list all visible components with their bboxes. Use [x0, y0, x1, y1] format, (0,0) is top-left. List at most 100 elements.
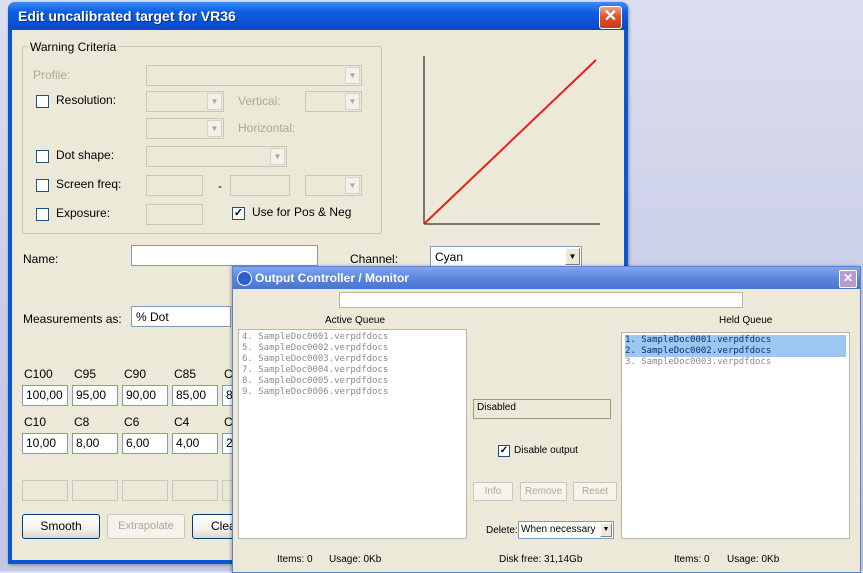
smooth-button[interactable]: Smooth [22, 514, 100, 539]
delete-policy-select[interactable]: When necessary ▼ [518, 521, 614, 539]
disable-output-checkbox[interactable]: ✓ [498, 445, 510, 457]
profile-select[interactable]: ▼ [146, 65, 362, 86]
screen-freq-label: Screen freq: [56, 177, 122, 191]
output-titlebar[interactable]: Output Controller / Monitor ✕ [233, 267, 860, 289]
dot-shape-checkbox[interactable] [36, 150, 49, 163]
path-input[interactable] [339, 292, 743, 308]
active-usage: Usage: 0Kb [329, 554, 382, 565]
remove-button[interactable]: Remove [520, 482, 567, 501]
chevron-down-icon: ▼ [345, 177, 360, 194]
disk-free: Disk free: 31,14Gb [499, 554, 583, 565]
screen-freq-checkbox[interactable] [36, 179, 49, 192]
measurement-input[interactable]: 85,00 [172, 385, 218, 406]
held-queue-label: Held Queue [719, 315, 773, 326]
resolution-vertical-select[interactable]: ▼ [146, 91, 224, 112]
status-field: Disabled [473, 399, 611, 419]
list-item[interactable]: 4. SampleDoc0001.verpdfdocs [242, 332, 463, 343]
profile-label: Profile: [33, 68, 71, 82]
measurement-input[interactable]: 10,00 [22, 433, 68, 454]
delete-label: Delete: [486, 525, 518, 536]
dot-shape-select[interactable]: ▼ [146, 146, 287, 167]
active-queue-list[interactable]: 4. SampleDoc0001.verpdfdocs 5. SampleDoc… [238, 329, 467, 539]
exposure-checkbox[interactable] [36, 208, 49, 221]
chevron-down-icon: ▼ [207, 93, 222, 110]
empty-input[interactable] [122, 480, 168, 501]
calibration-window-title: Edit uncalibrated target for VR36 [18, 8, 236, 24]
measurement-input[interactable]: 8,00 [72, 433, 118, 454]
col-header: C6 [124, 415, 140, 429]
resolution-checkbox[interactable] [36, 95, 49, 108]
channel-select[interactable]: Cyan ▼ [430, 246, 582, 267]
screen-freq-unit-select[interactable]: ▼ [305, 175, 362, 196]
col-header: C90 [124, 367, 147, 381]
delete-policy-value: When necessary [521, 524, 596, 535]
use-pos-neg-checkbox[interactable]: ✓ [232, 207, 245, 220]
list-item[interactable]: 8. SampleDoc0005.verpdfdocs [242, 376, 463, 387]
active-queue-label: Active Queue [325, 315, 386, 326]
disable-output-label: Disable output [514, 445, 578, 456]
close-icon[interactable]: ✕ [839, 270, 857, 288]
info-button[interactable]: Info [473, 482, 513, 501]
col-header: C4 [174, 415, 190, 429]
checkmark-icon: ✓ [233, 207, 244, 219]
calibration-curve-line [423, 59, 597, 225]
name-label: Name: [23, 252, 59, 266]
measurements-select[interactable]: % Dot [131, 306, 231, 327]
measurement-input[interactable]: 100,00 [22, 385, 68, 406]
screen-freq-max-input[interactable] [230, 175, 290, 196]
chevron-down-icon: ▼ [345, 67, 360, 84]
active-items-count: Items: 0 [277, 554, 313, 565]
calibration-titlebar[interactable]: Edit uncalibrated target for VR36 ✕ [8, 2, 628, 30]
screen-freq-separator: - [218, 179, 222, 193]
resolution-horizontal-select[interactable]: ▼ [146, 118, 224, 139]
list-item[interactable]: 5. SampleDoc0002.verpdfdocs [242, 343, 463, 354]
extrapolate-button[interactable]: Extrapolate [107, 514, 185, 539]
list-item[interactable]: 6. SampleDoc0003.verpdfdocs [242, 354, 463, 365]
empty-input[interactable] [72, 480, 118, 501]
empty-input[interactable] [172, 480, 218, 501]
channel-value: Cyan [435, 250, 464, 264]
held-queue-list[interactable]: 1. SampleDoc0001.verpdfdocs 2. SampleDoc… [621, 332, 850, 539]
chevron-down-icon: ▼ [565, 248, 580, 265]
measurement-input[interactable]: 4,00 [172, 433, 218, 454]
chevron-down-icon: ▼ [270, 148, 285, 165]
exposure-label: Exposure: [56, 206, 111, 220]
measurement-input[interactable]: 6,00 [122, 433, 168, 454]
vertical-unit-select[interactable]: ▼ [305, 91, 362, 112]
col-header: C85 [174, 367, 197, 381]
checkmark-icon: ✓ [499, 445, 509, 456]
list-item[interactable]: 3. SampleDoc0003.verpdfdocs [625, 357, 846, 368]
col-header: C8 [74, 415, 90, 429]
chevron-down-icon: ▼ [600, 523, 612, 537]
measurement-input[interactable]: 95,00 [72, 385, 118, 406]
list-item[interactable]: 2. SampleDoc0002.verpdfdocs [625, 346, 846, 357]
resolution-label: Resolution: [56, 93, 117, 107]
close-icon[interactable]: ✕ [599, 6, 622, 29]
exposure-input[interactable] [146, 204, 203, 225]
measurement-input[interactable]: 90,00 [122, 385, 168, 406]
col-header: C10 [24, 415, 47, 429]
calibration-curve-graph [423, 56, 600, 225]
list-item[interactable]: 1. SampleDoc0001.verpdfdocs [625, 335, 846, 346]
warning-criteria-title: Warning Criteria [28, 40, 119, 54]
output-controller-window: Output Controller / Monitor ✕ Active Que… [232, 266, 861, 573]
app-icon [237, 271, 252, 286]
chevron-down-icon: ▼ [345, 93, 360, 110]
held-usage: Usage: 0Kb [727, 554, 780, 565]
list-item[interactable]: 9. SampleDoc0006.verpdfdocs [242, 387, 463, 398]
measurements-label: Measurements as: [23, 312, 122, 326]
empty-input[interactable] [22, 480, 68, 501]
list-item[interactable]: 7. SampleDoc0004.verpdfdocs [242, 365, 463, 376]
screen-freq-min-input[interactable] [146, 175, 203, 196]
vertical-label: Vertical: [238, 94, 281, 108]
col-header: C100 [24, 367, 53, 381]
horizontal-label: Horizontal: [238, 121, 296, 135]
channel-label: Channel: [350, 252, 399, 266]
col-header: C95 [74, 367, 97, 381]
output-window-title: Output Controller / Monitor [255, 271, 409, 285]
measurements-value: % Dot [136, 310, 169, 324]
chevron-down-icon: ▼ [207, 120, 222, 137]
reset-button[interactable]: Reset [573, 482, 617, 501]
held-items-count: Items: 0 [674, 554, 710, 565]
name-input[interactable] [131, 245, 318, 266]
